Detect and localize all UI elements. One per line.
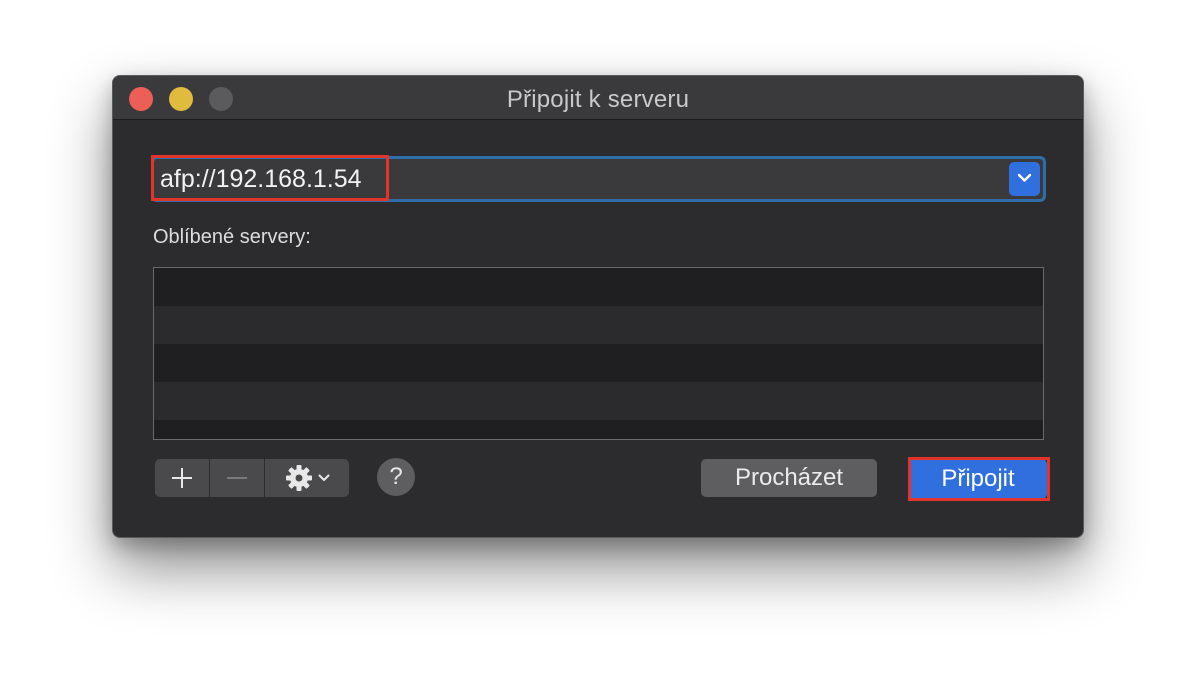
favorite-servers-list[interactable] [153,267,1044,440]
chevron-down-icon [318,474,330,481]
connect-to-server-window: Připojit k serveru Oblíbené servery: [112,75,1084,538]
browse-button[interactable]: Procházet [701,459,877,497]
action-menu-button[interactable] [265,459,349,497]
minus-icon [227,477,247,479]
server-address-combobox[interactable] [151,156,1046,202]
favorites-label: Oblíbené servery: [153,226,311,248]
titlebar: Připojit k serveru [113,76,1083,120]
plus-icon [172,468,192,488]
favorites-segmented-control [155,459,349,497]
connect-button[interactable]: Připojit [909,459,1047,499]
list-item[interactable] [154,306,1043,344]
list-item[interactable] [154,268,1043,306]
list-item[interactable] [154,420,1043,439]
list-item[interactable] [154,344,1043,382]
address-history-dropdown[interactable] [1009,162,1040,196]
gear-icon [286,465,312,491]
help-button[interactable]: ? [377,458,415,496]
chevron-down-icon [1017,173,1032,182]
list-item[interactable] [154,382,1043,420]
window-title: Připojit k serveru [506,86,690,113]
remove-favorite-button[interactable] [210,459,265,497]
add-favorite-button[interactable] [155,459,210,497]
server-address-input[interactable] [160,162,1000,196]
